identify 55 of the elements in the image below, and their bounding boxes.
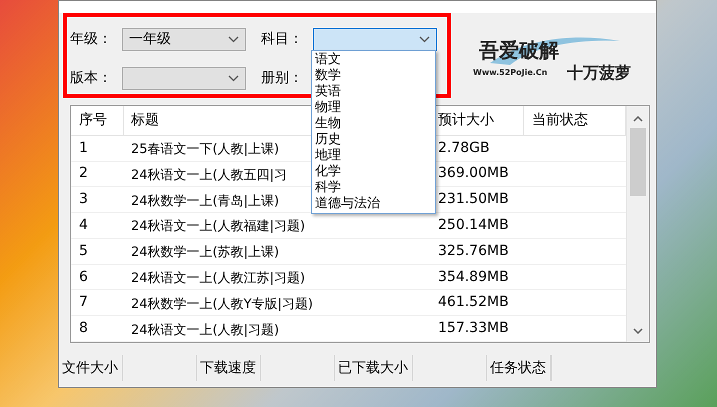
dropdown-field[interactable] <box>122 67 246 90</box>
table-cell-text: 4 <box>78 216 89 235</box>
dropdown-field[interactable] <box>313 28 437 51</box>
table-cell-text: 157.33MB <box>437 319 510 338</box>
table-cell: 24秋语文一上(人教福建|习题) <box>131 219 306 234</box>
table-cell-text: 1 <box>78 138 89 158</box>
table-cell: 24秋数学一上(苏教|上课) <box>131 245 280 260</box>
dropdown-value: 一年级 <box>129 30 171 49</box>
logo-url: Www.52PoJie.Cn <box>473 67 548 79</box>
table-cell-text: 3 <box>78 190 89 210</box>
status-label: 已下载大小 <box>335 355 413 381</box>
column-header[interactable]: 序号 <box>71 106 124 135</box>
table-cell: 24秋数学一上(人教Y专版|习题) <box>131 296 314 312</box>
chevron-down-icon <box>228 36 239 43</box>
dropdown-option[interactable]: 英语 <box>312 84 435 100</box>
table-cell: 25春语文一下(人教|上课) <box>131 142 280 158</box>
table-cell-text: 2 <box>78 164 89 184</box>
chevron-down-icon <box>419 36 430 43</box>
status-label: 文件大小 <box>59 355 123 381</box>
table-cell-text: 8 <box>78 319 89 338</box>
table-cell: 24秋语文一上(人教|习题) <box>131 322 280 338</box>
table-cell: 24秋语文一上(人教江苏|习题) <box>131 271 306 286</box>
chevron-down-icon <box>228 75 239 82</box>
table-cell-text: 2.78GB <box>437 138 491 158</box>
chevron-up-icon[interactable] <box>633 116 643 122</box>
table-cell-text: 250.14MB <box>437 216 510 235</box>
dropdown-option[interactable]: 地理 <box>312 148 435 164</box>
table-cell-text: 231.50MB <box>437 190 510 210</box>
status-label: 任务状态 <box>487 355 551 381</box>
scrollbar[interactable] <box>626 106 649 342</box>
table-cell-text: 325.76MB <box>437 242 510 261</box>
dropdown-option[interactable]: 科学 <box>312 180 435 196</box>
field-label: 册别： <box>261 69 304 88</box>
dropdown-option[interactable]: 历史 <box>312 132 435 148</box>
field-label: 年级： <box>70 30 113 49</box>
dropdown-option[interactable]: 道德与法治 <box>312 196 435 212</box>
table-cell: 24秋语文一上(人教五四|习 <box>131 168 287 183</box>
table-cell-text: 7 <box>78 293 89 312</box>
table-cell: 24秋数学一上(青岛|上课) <box>131 194 280 209</box>
dropdown-field[interactable]: 一年级 <box>122 28 246 51</box>
status-label: 下载速度 <box>197 355 261 381</box>
table-cell-text: 369.00MB <box>437 164 510 184</box>
table-cell-text: 461.52MB <box>437 293 510 312</box>
dropdown-option[interactable]: 语文 <box>312 52 435 68</box>
dropdown-option[interactable]: 化学 <box>312 164 435 180</box>
table-cell-text: 354.89MB <box>437 268 510 287</box>
scrollbar-thumb[interactable] <box>630 128 646 196</box>
logo-slogan: 十万菠萝 <box>567 62 631 84</box>
dropdown-option[interactable]: 数学 <box>312 68 435 84</box>
field-label: 科目： <box>261 30 304 49</box>
field-label: 版本： <box>70 69 113 88</box>
chevron-down-icon[interactable] <box>633 328 643 334</box>
table-cell-text: 5 <box>78 242 89 261</box>
table-cell-text: 6 <box>78 268 89 287</box>
logo-mark: 吾爱破解 <box>479 37 559 64</box>
